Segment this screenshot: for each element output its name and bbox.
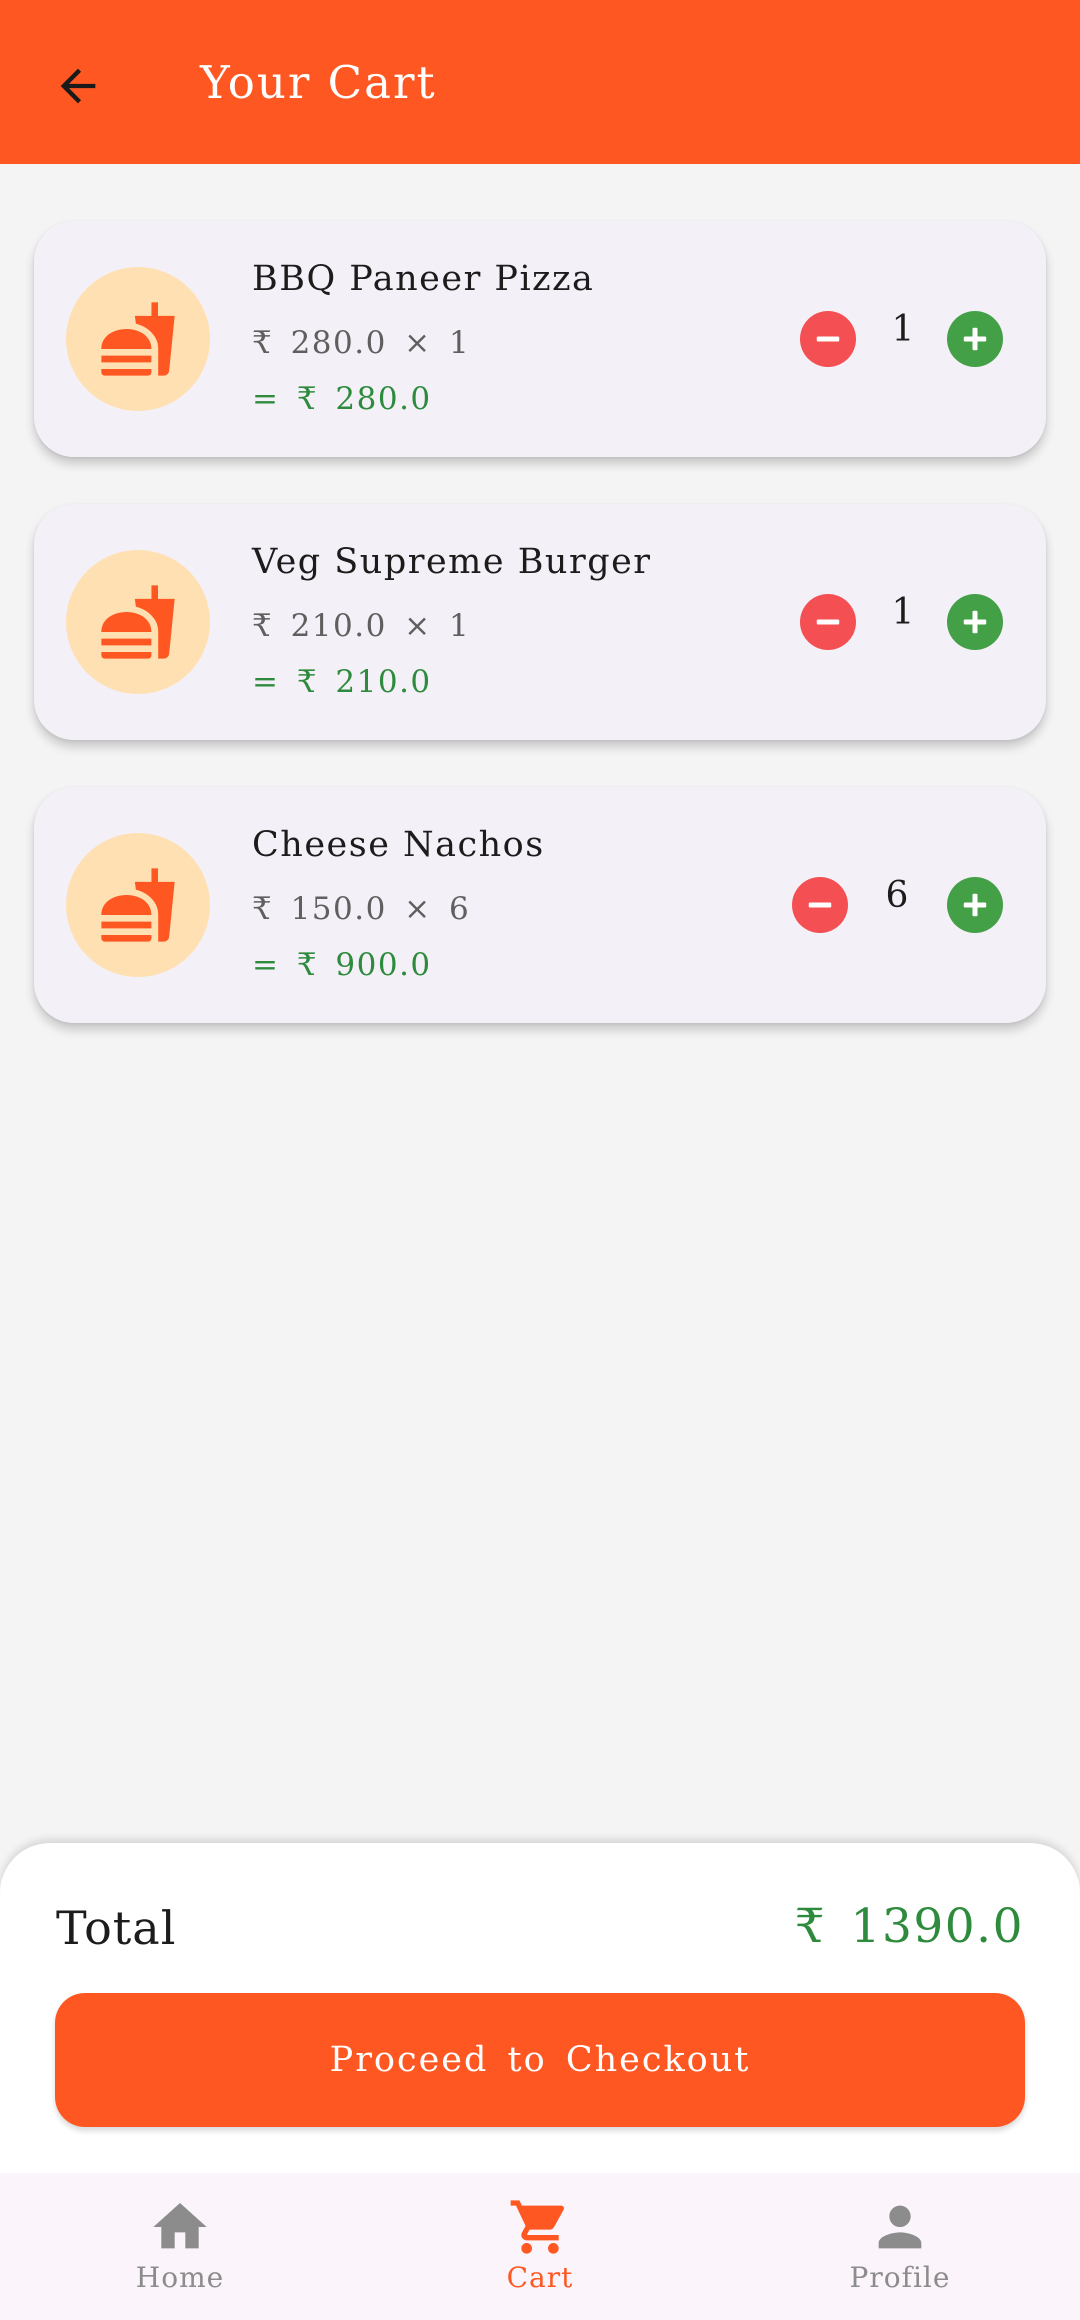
minus-icon bbox=[816, 336, 840, 342]
item-thumbnail bbox=[66, 550, 210, 694]
arrow-left-icon bbox=[60, 68, 96, 104]
home-icon bbox=[153, 2203, 207, 2249]
item-unit-price: ₹ 280.0 × 1 bbox=[252, 325, 471, 361]
item-subtotal: = ₹ 900.0 bbox=[252, 947, 432, 983]
item-name: BBQ Paneer Pizza bbox=[252, 259, 595, 299]
item-subtotal: = ₹ 280.0 bbox=[252, 381, 432, 417]
quantity-value: 1 bbox=[891, 309, 915, 350]
checkout-button[interactable]: Proceed to Checkout bbox=[55, 1993, 1025, 2127]
minus-icon bbox=[808, 902, 832, 908]
total-value: ₹ 1390.0 bbox=[794, 1899, 1024, 1954]
cart-item: BBQ Paneer Pizza ₹ 280.0 × 1 = ₹ 280.0 1 bbox=[34, 221, 1046, 457]
bottom-navigation: Home Cart Profile bbox=[0, 2173, 1080, 2320]
item-unit-price: ₹ 210.0 × 1 bbox=[252, 608, 471, 644]
increase-quantity-button[interactable] bbox=[947, 877, 1003, 933]
back-button[interactable] bbox=[44, 52, 112, 120]
fastfood-icon bbox=[101, 585, 175, 659]
quantity-stepper: 6 bbox=[726, 787, 1046, 1023]
item-name: Cheese Nachos bbox=[252, 825, 545, 865]
item-thumbnail bbox=[66, 267, 210, 411]
quantity-stepper: 1 bbox=[726, 221, 1046, 457]
cart-icon bbox=[510, 2200, 565, 2254]
quantity-value: 1 bbox=[891, 592, 915, 633]
app-bar: Your Cart bbox=[0, 0, 1080, 164]
nav-item-cart[interactable]: Cart bbox=[440, 2173, 640, 2320]
item-name: Veg Supreme Burger bbox=[252, 542, 652, 582]
decrease-quantity-button[interactable] bbox=[800, 311, 856, 367]
fastfood-icon bbox=[101, 302, 175, 376]
item-subtotal: = ₹ 210.0 bbox=[252, 664, 432, 700]
fastfood-icon bbox=[101, 868, 175, 942]
item-thumbnail bbox=[66, 833, 210, 977]
plus-icon bbox=[963, 327, 987, 351]
nav-label: Cart bbox=[506, 2261, 574, 2294]
decrease-quantity-button[interactable] bbox=[792, 877, 848, 933]
page-title: Your Cart bbox=[200, 56, 437, 109]
decrease-quantity-button[interactable] bbox=[800, 594, 856, 650]
nav-label: Profile bbox=[849, 2261, 951, 2294]
quantity-stepper: 1 bbox=[726, 504, 1046, 740]
nav-label: Home bbox=[135, 2261, 225, 2294]
total-label: Total bbox=[56, 1901, 177, 1955]
quantity-value: 6 bbox=[885, 875, 909, 916]
minus-icon bbox=[816, 619, 840, 625]
item-unit-price: ₹ 150.0 × 6 bbox=[252, 891, 471, 927]
nav-item-home[interactable]: Home bbox=[80, 2173, 280, 2320]
plus-icon bbox=[963, 610, 987, 634]
cart-item: Cheese Nachos ₹ 150.0 × 6 = ₹ 900.0 6 bbox=[34, 787, 1046, 1023]
nav-item-profile[interactable]: Profile bbox=[800, 2173, 1000, 2320]
increase-quantity-button[interactable] bbox=[947, 311, 1003, 367]
person-icon bbox=[878, 2205, 922, 2249]
cart-item: Veg Supreme Burger ₹ 210.0 × 1 = ₹ 210.0… bbox=[34, 504, 1046, 740]
cart-summary-sheet: Total ₹ 1390.0 Proceed to Checkout bbox=[0, 1843, 1080, 2173]
plus-icon bbox=[963, 893, 987, 917]
increase-quantity-button[interactable] bbox=[947, 594, 1003, 650]
